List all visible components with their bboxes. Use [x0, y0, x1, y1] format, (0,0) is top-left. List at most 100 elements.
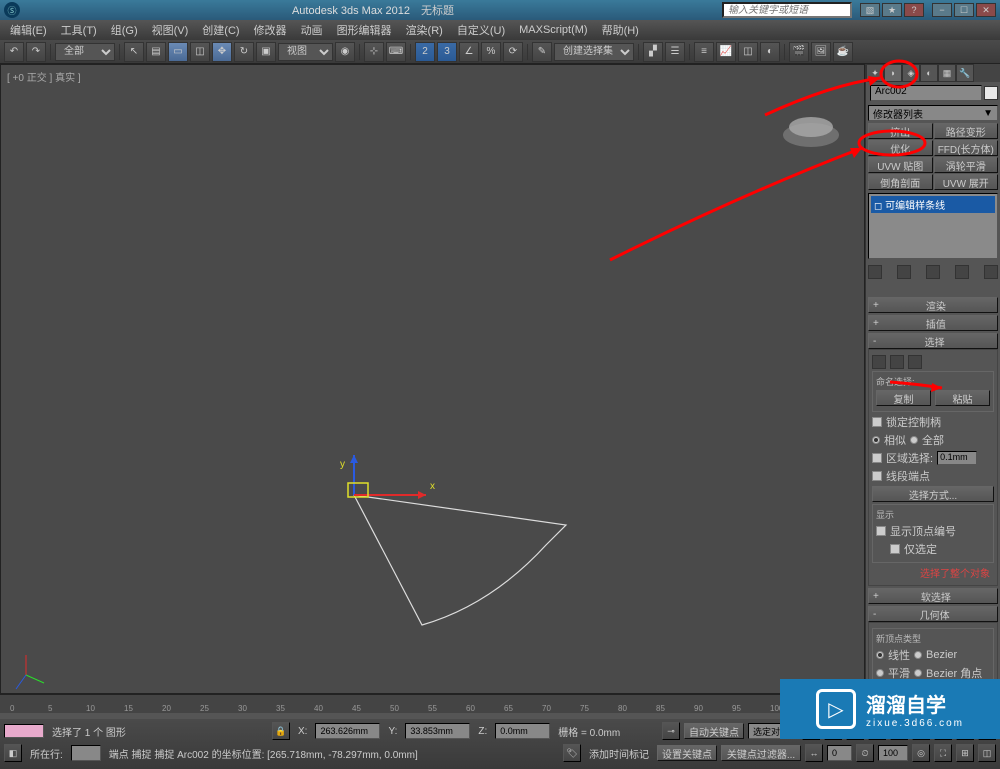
- select-icon[interactable]: ↖: [124, 42, 144, 62]
- maximize-button[interactable]: ☐: [954, 3, 974, 17]
- modifier-list-dropdown[interactable]: 修改器列表▼: [868, 105, 998, 121]
- display-tab-icon[interactable]: ▦: [938, 64, 956, 82]
- material-icon[interactable]: ◐: [760, 42, 780, 62]
- minimize-button[interactable]: −: [932, 3, 952, 17]
- mod-ffd[interactable]: FFD(长方体): [934, 140, 999, 156]
- frame-indicator[interactable]: [4, 724, 44, 738]
- menu-render[interactable]: 渲染(R): [400, 20, 449, 40]
- rotate-icon[interactable]: ↻: [234, 42, 254, 62]
- y-field[interactable]: 33.853mm: [405, 723, 470, 739]
- title-icon-2[interactable]: ★: [882, 3, 902, 17]
- modifier-stack[interactable]: ◻ 可编辑样条线: [868, 193, 998, 259]
- setkey-button[interactable]: 设置关键点: [657, 745, 717, 761]
- show-vtx-check[interactable]: [876, 526, 886, 536]
- time-tag-icon[interactable]: 🏷: [563, 744, 581, 762]
- menu-anim[interactable]: 动画: [295, 20, 329, 40]
- menu-create[interactable]: 创建(C): [196, 20, 245, 40]
- hierarchy-tab-icon[interactable]: ◈: [902, 64, 920, 82]
- edit-sel-icon[interactable]: ✎: [532, 42, 552, 62]
- keyfilters-button[interactable]: 关键点过滤器...: [721, 745, 801, 761]
- object-name-field[interactable]: Arc002: [870, 85, 982, 101]
- refcoord-dropdown[interactable]: 视图: [278, 43, 333, 61]
- menu-tools[interactable]: 工具(T): [55, 20, 103, 40]
- selection-set-dropdown[interactable]: 创建选择集: [554, 43, 634, 61]
- key-step-icon[interactable]: ↔: [805, 744, 823, 762]
- mod-optimize[interactable]: 优化: [868, 140, 933, 156]
- menu-custom[interactable]: 自定义(U): [451, 20, 511, 40]
- spline-icon[interactable]: [908, 355, 922, 369]
- mod-bevel-profile[interactable]: 倒角剖面: [868, 174, 933, 190]
- viewcube[interactable]: [783, 117, 839, 147]
- keyboard-icon[interactable]: ⌨: [386, 42, 406, 62]
- copy-sel-button[interactable]: 复制: [876, 390, 931, 406]
- vtx-smooth-radio[interactable]: [876, 669, 884, 677]
- filter-dropdown[interactable]: 全部: [55, 43, 115, 61]
- select-by-button[interactable]: 选择方式...: [872, 486, 994, 502]
- menu-modifier[interactable]: 修改器: [248, 20, 293, 40]
- rollout-select[interactable]: -选择: [868, 333, 998, 349]
- maximize-vp-icon[interactable]: ⛶: [934, 744, 952, 762]
- spinner-snap-icon[interactable]: ⟳: [503, 42, 523, 62]
- rollout-softsel[interactable]: +软选择: [868, 588, 998, 604]
- menu-maxscript[interactable]: MAXScript(M): [513, 22, 593, 38]
- mod-turbosmooth[interactable]: 涡轮平滑: [934, 157, 999, 173]
- title-icon-3[interactable]: ?: [904, 3, 924, 17]
- object-color-swatch[interactable]: [984, 86, 998, 100]
- close-button[interactable]: ✕: [976, 3, 996, 17]
- schematic-icon[interactable]: ◫: [738, 42, 758, 62]
- autokey-button[interactable]: 自动关键点: [684, 723, 744, 739]
- rollout-interp[interactable]: +插值: [868, 315, 998, 331]
- key-mode-icon[interactable]: ⊸: [662, 722, 680, 740]
- percent-snap-icon[interactable]: %: [481, 42, 501, 62]
- lock-icon[interactable]: 🔒: [272, 722, 290, 740]
- remove-mod-icon[interactable]: [955, 265, 969, 279]
- make-unique-icon[interactable]: [926, 265, 940, 279]
- layers-icon[interactable]: ≡: [694, 42, 714, 62]
- menu-edit[interactable]: 编辑(E): [4, 20, 53, 40]
- curve-editor-icon[interactable]: 📈: [716, 42, 736, 62]
- orbit-icon[interactable]: ◎: [912, 744, 930, 762]
- window-cross-icon[interactable]: ◫: [190, 42, 210, 62]
- time-config-icon[interactable]: ⏲: [856, 744, 874, 762]
- modify-tab-icon[interactable]: ◗: [884, 64, 902, 82]
- utility-tab-icon[interactable]: 🔧: [956, 64, 974, 82]
- vtx-bezier-radio[interactable]: [914, 651, 922, 659]
- pivot-icon[interactable]: ◉: [335, 42, 355, 62]
- paste-sel-button[interactable]: 粘贴: [935, 390, 990, 406]
- app-icon[interactable]: Ⓢ: [4, 2, 20, 18]
- help-search[interactable]: [722, 2, 852, 18]
- show-end-result-icon[interactable]: [897, 265, 911, 279]
- move-icon[interactable]: ✥: [212, 42, 232, 62]
- end-frame[interactable]: 100: [878, 745, 908, 761]
- current-frame[interactable]: 0: [827, 745, 852, 761]
- segment-icon[interactable]: [890, 355, 904, 369]
- script-icon[interactable]: ◧: [4, 744, 22, 762]
- mod-uvw-unwrap[interactable]: UVW 展开: [934, 174, 999, 190]
- render-setup-icon[interactable]: 🎬: [789, 42, 809, 62]
- line-field[interactable]: [71, 745, 101, 761]
- title-icon-1[interactable]: ▧: [860, 3, 880, 17]
- mod-path-deform[interactable]: 路径变形: [934, 123, 999, 139]
- rollout-geom[interactable]: -几何体: [868, 606, 998, 622]
- select-rect-icon[interactable]: ▭: [168, 42, 188, 62]
- lock-handles-check[interactable]: [872, 417, 882, 427]
- menu-graph[interactable]: 图形编辑器: [331, 20, 398, 40]
- all-radio[interactable]: [910, 436, 918, 444]
- area-sel-check[interactable]: [872, 453, 882, 463]
- select-name-icon[interactable]: ▤: [146, 42, 166, 62]
- menu-group[interactable]: 组(G): [105, 20, 144, 40]
- pin-stack-icon[interactable]: [868, 265, 882, 279]
- viewport-label[interactable]: [ +0 正交 ] 真实 ]: [7, 69, 81, 84]
- mirror-icon[interactable]: ▞: [643, 42, 663, 62]
- motion-tab-icon[interactable]: ◐: [920, 64, 938, 82]
- align-icon[interactable]: ☰: [665, 42, 685, 62]
- snap-2-icon[interactable]: 2: [415, 42, 435, 62]
- render-icon[interactable]: ☕: [833, 42, 853, 62]
- configure-sets-icon[interactable]: [984, 265, 998, 279]
- area-sel-spinner[interactable]: 0.1mm: [937, 451, 977, 465]
- viewport[interactable]: [ +0 正交 ] 真实 ] y x: [0, 64, 865, 694]
- arc-shape[interactable]: y x: [340, 455, 566, 625]
- vtx-linear-radio[interactable]: [876, 651, 884, 659]
- mod-uvwmap[interactable]: UVW 贴图: [868, 157, 933, 173]
- x-field[interactable]: 263.626mm: [315, 723, 380, 739]
